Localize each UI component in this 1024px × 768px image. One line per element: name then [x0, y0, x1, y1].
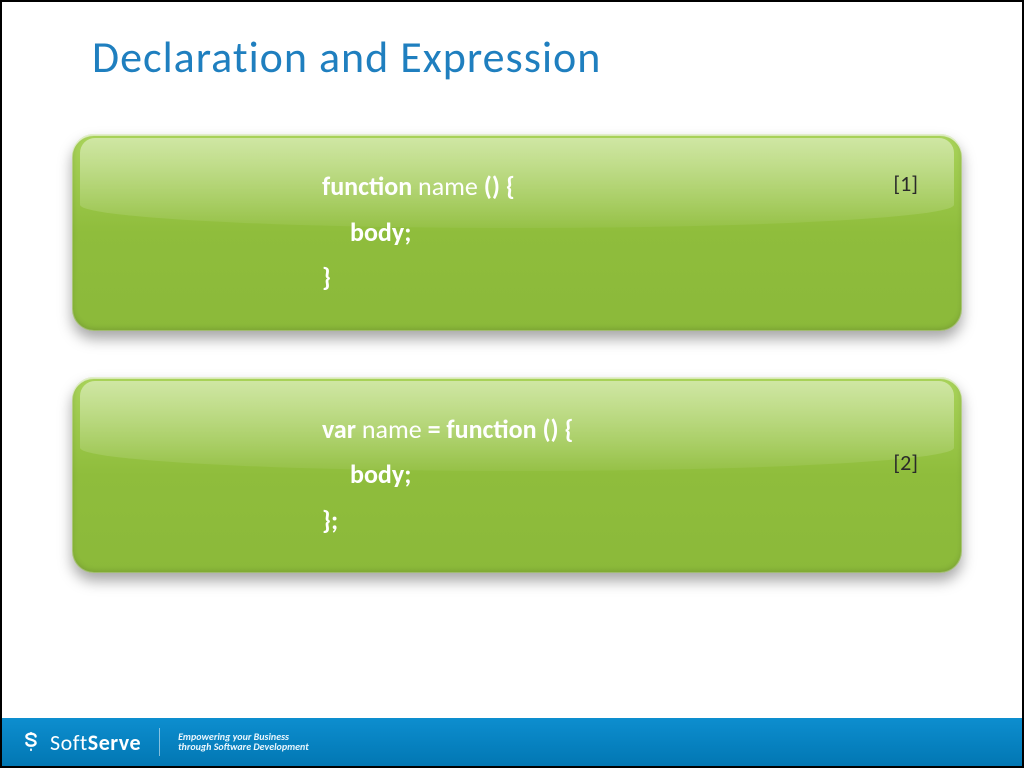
- code-lines: var name = function () { body; };: [322, 407, 922, 544]
- code-keyword: = function () {: [428, 413, 574, 445]
- brand-tagline: Empowering your Business through Softwar…: [178, 732, 309, 753]
- code-keyword: function: [322, 170, 412, 202]
- code-lines: function name () { body; }: [322, 164, 922, 301]
- reference-badge: [2]: [893, 449, 918, 476]
- code-keyword: };: [322, 504, 338, 536]
- reference-badge: [1]: [893, 170, 918, 197]
- brand-logo: SoftServe: [20, 729, 141, 756]
- slide: Declaration and Expression [1] function …: [0, 0, 1024, 768]
- code-line: body;: [322, 452, 922, 498]
- code-box-declaration: [1] function name () { body; }: [72, 134, 962, 331]
- brand-text-soft: Soft: [50, 729, 88, 756]
- brand-text-serve: Serve: [88, 729, 141, 756]
- brand-s-icon: [20, 731, 42, 753]
- slide-title: Declaration and Expression: [2, 2, 1022, 84]
- code-line: function name () {: [322, 164, 922, 210]
- footer-divider: [159, 728, 160, 756]
- code-line: }: [322, 255, 922, 301]
- tagline-line2: through Software Development: [178, 742, 309, 753]
- code-keyword: body;: [350, 216, 411, 248]
- footer-bar: SoftServe Empowering your Business throu…: [2, 718, 1022, 766]
- code-keyword: body;: [350, 458, 411, 490]
- code-keyword: }: [322, 261, 331, 293]
- code-line: body;: [322, 210, 922, 256]
- slide-content: [1] function name () { body; } [2] var n…: [2, 84, 1022, 718]
- code-line: };: [322, 498, 922, 544]
- code-keyword: var: [322, 413, 356, 445]
- code-line: var name = function () {: [322, 407, 922, 453]
- code-keyword: () {: [484, 170, 515, 202]
- code-text: name: [412, 170, 484, 202]
- code-box-expression: [2] var name = function () { body; };: [72, 377, 962, 574]
- code-text: name: [356, 413, 428, 445]
